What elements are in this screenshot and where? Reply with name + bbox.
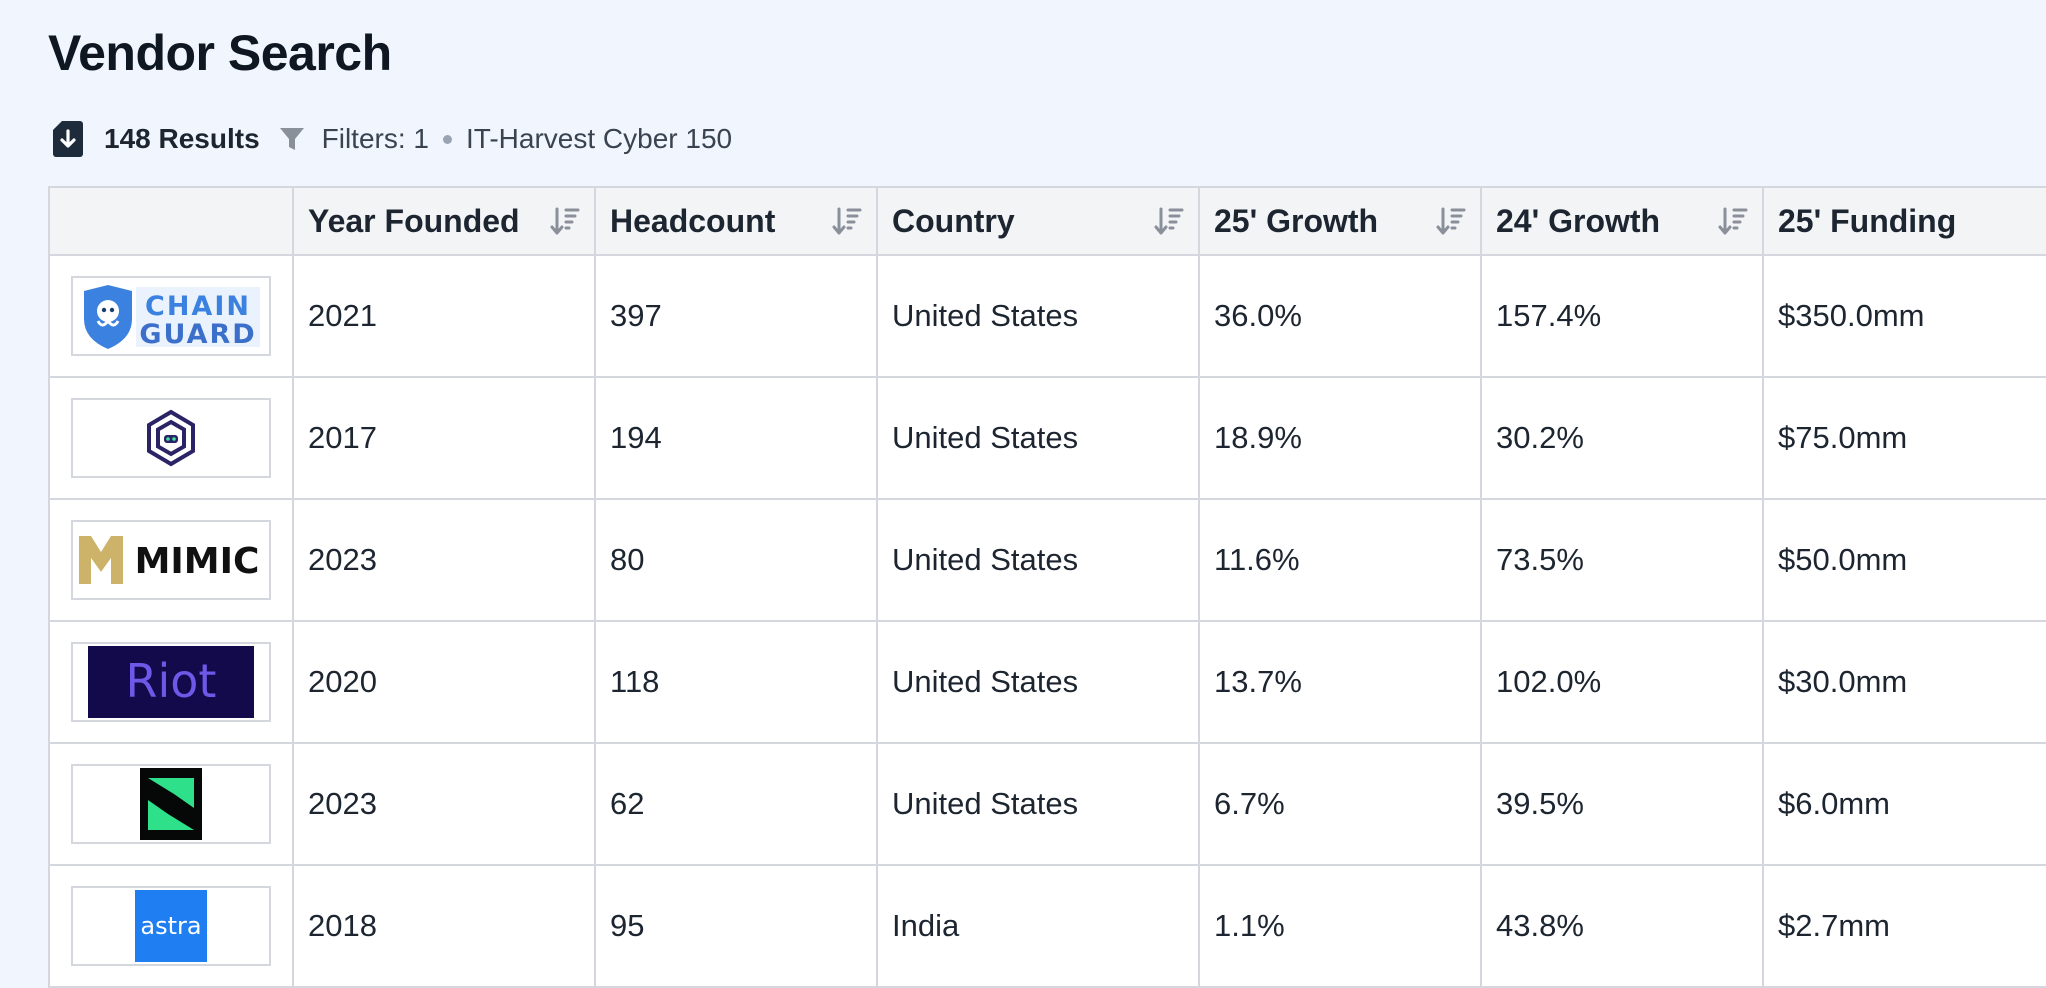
country-cell: United States [876,254,1200,378]
country-cell: United States [876,498,1200,622]
column-label: Country [892,202,1015,239]
column-header-headcount[interactable]: Headcount [594,186,878,256]
logo-cell [48,742,294,866]
column-header-year-founded[interactable]: Year Founded [292,186,596,256]
vendor-table: Year Founded Headcount Country 25' Growt… [48,186,2046,988]
svg-text:astra: astra [140,912,201,940]
sort-descending-icon[interactable] [1436,205,1466,237]
growth-24-cell: 43.8% [1480,864,1764,988]
logo-cell: MIMIC [48,498,294,622]
results-bar: 148 Results Filters: 1 IT-Harvest Cyber … [52,116,732,162]
year-founded-cell: 2023 [292,742,596,866]
logo-cell: CHAIN GUARD [48,254,294,378]
country-cell: United States [876,742,1200,866]
hexagon-logo-image [147,409,195,467]
logo-cell: astra [48,864,294,988]
green-square-logo[interactable] [71,764,271,844]
funding-25-cell: $50.0mm [1762,498,2046,622]
growth-25-cell: 11.6% [1198,498,1482,622]
table-header-row: Year Founded Headcount Country 25' Growt… [48,186,2046,256]
funding-25-cell: $30.0mm [1762,620,2046,744]
year-founded-cell: 2018 [292,864,596,988]
growth-25-cell: 36.0% [1198,254,1482,378]
column-header-24-growth[interactable]: 24' Growth [1480,186,1764,256]
funding-25-cell: $350.0mm [1762,254,2046,378]
chainguard-logo-image: CHAIN GUARD [84,285,260,350]
export-download-icon[interactable] [52,119,84,159]
green-square-logo-image [140,768,202,840]
headcount-cell: 80 [594,498,878,622]
year-founded-cell: 2023 [292,498,596,622]
table-row[interactable]: Riot 2020 118 United States 13.7% 102.0%… [48,620,2046,744]
logo-cell [48,376,294,500]
astra-logo-image: astra [135,890,207,962]
svg-text:CHAIN: CHAIN [145,291,251,322]
funding-25-cell: $6.0mm [1762,742,2046,866]
column-header-country[interactable]: Country [876,186,1200,256]
column-label: 25' Funding [1778,202,1957,239]
growth-25-cell: 6.7% [1198,742,1482,866]
growth-24-cell: 157.4% [1480,254,1764,378]
sort-descending-icon[interactable] [832,205,862,237]
dot-separator [443,134,452,144]
column-label: Headcount [610,202,776,239]
sort-descending-icon[interactable] [1154,205,1184,237]
column-header-25-growth[interactable]: 25' Growth [1198,186,1482,256]
column-header-25-funding[interactable]: 25' Funding [1762,186,2046,256]
active-filter-name[interactable]: IT-Harvest Cyber 150 [466,123,732,155]
page-title: Vendor Search [48,25,392,81]
logo-cell: Riot [48,620,294,744]
growth-24-cell: 73.5% [1480,498,1764,622]
growth-25-cell: 13.7% [1198,620,1482,744]
filters-count[interactable]: Filters: 1 [322,123,429,155]
riot-logo[interactable]: Riot [71,642,271,722]
filter-icon[interactable] [278,125,306,153]
headcount-cell: 95 [594,864,878,988]
svg-text:MIMIC: MIMIC [135,541,260,582]
table-row[interactable]: astra 2018 95 India 1.1% 43.8% $2.7mm [48,864,2046,988]
year-founded-cell: 2017 [292,376,596,500]
vendor-table-wrapper: Year Founded Headcount Country 25' Growt… [48,186,2046,988]
sort-descending-icon[interactable] [550,205,580,237]
country-cell: United States [876,376,1200,500]
growth-24-cell: 39.5% [1480,742,1764,866]
svg-text:GUARD: GUARD [139,319,256,350]
funding-25-cell: $75.0mm [1762,376,2046,500]
growth-24-cell: 102.0% [1480,620,1764,744]
svg-text:Riot: Riot [126,654,217,708]
growth-25-cell: 18.9% [1198,376,1482,500]
headcount-cell: 62 [594,742,878,866]
table-row[interactable]: CHAIN GUARD 2021 397 United States 36.0%… [48,254,2046,378]
chainguard-logo[interactable]: CHAIN GUARD [71,276,271,356]
headcount-cell: 397 [594,254,878,378]
year-founded-cell: 2021 [292,254,596,378]
country-cell: India [876,864,1200,988]
headcount-cell: 194 [594,376,878,500]
sort-descending-icon[interactable] [1718,205,1748,237]
column-label: 24' Growth [1496,202,1661,239]
riot-logo-image: Riot [88,646,254,718]
astra-logo[interactable]: astra [71,886,271,966]
growth-25-cell: 1.1% [1198,864,1482,988]
table-row[interactable]: 2017 194 United States 18.9% 30.2% $75.0… [48,376,2046,500]
mimic-logo-image: MIMIC [79,536,260,584]
mimic-logo[interactable]: MIMIC [71,520,271,600]
headcount-cell: 118 [594,620,878,744]
funding-25-cell: $2.7mm [1762,864,2046,988]
table-row[interactable]: MIMIC 2023 80 United States 11.6% 73.5% … [48,498,2046,622]
results-count: 148 Results [104,123,260,154]
hexagon-logo[interactable] [71,398,271,478]
column-label: Year Founded [308,202,520,239]
country-cell: United States [876,620,1200,744]
table-row[interactable]: 2023 62 United States 6.7% 39.5% $6.0mm [48,742,2046,866]
growth-24-cell: 30.2% [1480,376,1764,500]
year-founded-cell: 2020 [292,620,596,744]
column-label: 25' Growth [1214,202,1379,239]
column-header-logo [48,186,294,256]
